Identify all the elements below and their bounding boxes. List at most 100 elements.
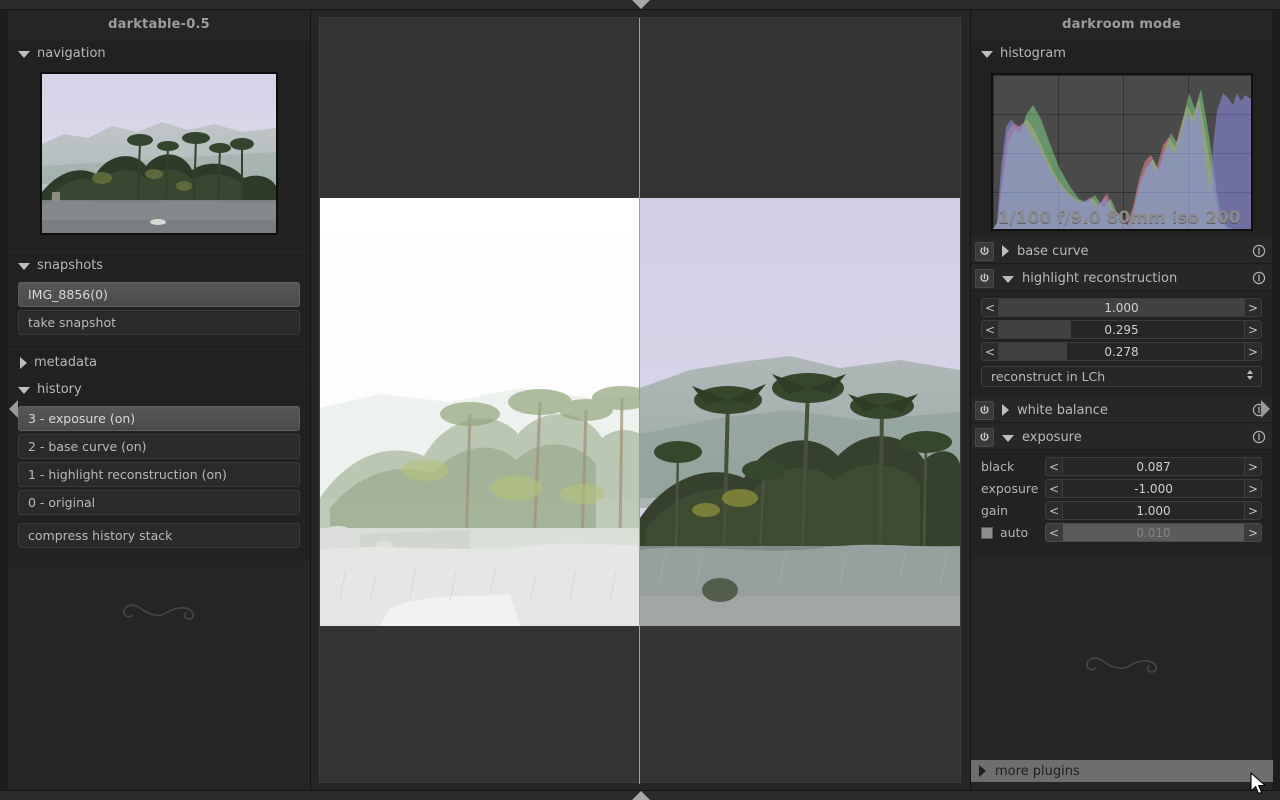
increment-icon[interactable]: >: [1244, 524, 1261, 541]
increment-icon[interactable]: >: [1244, 502, 1261, 519]
slider-track[interactable]: -1.000: [1063, 480, 1244, 497]
mode-title: darkroom mode: [1062, 17, 1181, 32]
section-header-histogram[interactable]: histogram: [971, 41, 1272, 66]
chevron-right-icon[interactable]: [979, 765, 986, 777]
chevron-up-handle-icon[interactable]: [632, 791, 650, 800]
section-label-metadata: metadata: [34, 355, 98, 370]
history-item[interactable]: 1 - highlight reconstruction (on): [18, 462, 300, 487]
increment-icon[interactable]: >: [1244, 321, 1261, 338]
decrement-icon[interactable]: <: [1046, 458, 1063, 475]
section-header-history[interactable]: history: [8, 377, 310, 402]
auto-checkbox-group[interactable]: auto: [981, 525, 1045, 540]
chevron-down-icon[interactable]: [1002, 275, 1014, 283]
increment-icon[interactable]: >: [1244, 480, 1261, 497]
module-header-white-balance[interactable]: white balance: [971, 398, 1272, 423]
snapshot-item[interactable]: IMG_8856(0): [18, 282, 300, 307]
increment-icon[interactable]: >: [1244, 343, 1261, 360]
slider-label-black: black: [981, 459, 1015, 474]
compress-history-stack-button[interactable]: compress history stack: [18, 523, 300, 548]
original-image: [320, 198, 640, 626]
info-icon[interactable]: [1251, 429, 1267, 445]
navigation-body: [8, 66, 310, 251]
app-title: darktable-0.5: [108, 17, 210, 32]
module-body-highlight-reconstruction: < 1.000 > < 0.295 > < 0.278 > reconstruc…: [971, 291, 1272, 396]
slider-exposure[interactable]: < -1.000 >: [1045, 479, 1262, 498]
module-label-exposure: exposure: [1022, 429, 1082, 445]
flourish-ornament-icon: [123, 604, 195, 620]
module-header-highlight-reconstruction[interactable]: highlight reconstruction: [971, 266, 1272, 291]
slider-row-auto: auto < 0.010 >: [981, 523, 1262, 542]
split-before-after-view[interactable]: [320, 198, 960, 626]
histogram-widget[interactable]: 1/100 f/9.0 80mm iso 200: [990, 73, 1253, 231]
reconstruct-mode-select[interactable]: reconstruct in LCh: [981, 366, 1262, 387]
slider-black[interactable]: < 0.087 >: [1045, 457, 1262, 476]
slider-track[interactable]: 0.278: [999, 343, 1244, 360]
history-item[interactable]: 3 - exposure (on): [18, 406, 300, 431]
chevron-down-icon[interactable]: [18, 387, 30, 394]
slider-row: < 0.278 >: [981, 342, 1262, 361]
more-plugins-expander[interactable]: more plugins: [971, 760, 1273, 782]
slider-track[interactable]: 0.087: [1063, 458, 1244, 475]
slider-track[interactable]: 1.000: [1063, 502, 1244, 519]
module-header-exposure[interactable]: exposure: [971, 425, 1272, 450]
power-icon[interactable]: [975, 427, 994, 447]
slider-label-gain: gain: [981, 503, 1008, 518]
increment-icon[interactable]: >: [1244, 299, 1261, 316]
power-icon[interactable]: [975, 268, 994, 288]
decrement-icon[interactable]: <: [1046, 480, 1063, 497]
take-snapshot-button[interactable]: take snapshot: [18, 310, 300, 335]
before-after-split-handle[interactable]: [639, 18, 640, 784]
panel-collapse-right-icon[interactable]: [1261, 400, 1270, 418]
info-icon[interactable]: [1251, 270, 1267, 286]
increment-icon[interactable]: >: [1244, 458, 1261, 475]
slider-value: 0.087: [1136, 459, 1171, 474]
module-header-base-curve[interactable]: base curve: [971, 239, 1272, 264]
section-header-metadata[interactable]: metadata: [8, 350, 310, 375]
panel-collapse-left-icon[interactable]: [9, 400, 18, 418]
power-icon[interactable]: [975, 241, 994, 261]
mouse-pointer-icon: [1250, 772, 1266, 795]
slider-track[interactable]: 0.295: [999, 321, 1244, 338]
slider-auto-threshold[interactable]: < 0.010 >: [1045, 523, 1262, 542]
info-icon[interactable]: [1251, 243, 1267, 259]
decrement-icon[interactable]: <: [982, 343, 999, 360]
left-panel: darktable-0.5 navigation snapshots IMG_8…: [8, 10, 311, 790]
slider-gain[interactable]: < 1.000 >: [1045, 501, 1262, 520]
slider-hr-2[interactable]: < 0.295 >: [981, 320, 1262, 339]
chevron-down-icon[interactable]: [18, 51, 30, 58]
chevron-down-icon[interactable]: [18, 263, 30, 270]
decrement-icon[interactable]: <: [1046, 524, 1063, 541]
navigation-thumbnail[interactable]: [40, 72, 278, 235]
decrement-icon[interactable]: <: [982, 299, 999, 316]
slider-hr-3[interactable]: < 0.278 >: [981, 342, 1262, 361]
chevron-down-icon[interactable]: [981, 51, 993, 58]
chevron-right-icon[interactable]: [1002, 404, 1009, 416]
top-panel-collapse-strip[interactable]: [0, 0, 1280, 10]
chevron-down-handle-icon[interactable]: [632, 0, 650, 9]
slider-value: 1.000: [1136, 503, 1171, 518]
chevron-right-icon[interactable]: [1002, 245, 1009, 257]
image-canvas[interactable]: [319, 17, 961, 784]
section-metadata: metadata: [8, 350, 310, 375]
chevron-down-icon[interactable]: [1002, 434, 1014, 442]
power-icon[interactable]: [975, 400, 994, 420]
history-item[interactable]: 2 - base curve (on): [18, 434, 300, 459]
section-header-snapshots[interactable]: snapshots: [8, 253, 310, 278]
section-histogram: histogram 1/100 f/9.0 80mm iso 200: [971, 41, 1272, 237]
slider-row: < 0.295 >: [981, 320, 1262, 339]
chevron-right-icon[interactable]: [20, 356, 27, 369]
decrement-icon[interactable]: <: [982, 321, 999, 338]
center-view: [311, 10, 970, 790]
image-half-original[interactable]: [320, 198, 640, 626]
image-half-processed[interactable]: [640, 198, 960, 626]
section-header-navigation[interactable]: navigation: [8, 41, 310, 66]
more-plugins-label: more plugins: [995, 763, 1080, 779]
auto-checkbox[interactable]: [981, 526, 993, 539]
slider-track[interactable]: 1.000: [999, 299, 1244, 316]
slider-track[interactable]: 0.010: [1063, 524, 1244, 541]
chevron-updown-icon[interactable]: [1245, 367, 1255, 386]
decrement-icon[interactable]: <: [1046, 502, 1063, 519]
history-item[interactable]: 0 - original: [18, 490, 300, 515]
bottom-panel-collapse-strip[interactable]: [0, 790, 1280, 800]
slider-hr-1[interactable]: < 1.000 >: [981, 298, 1262, 317]
